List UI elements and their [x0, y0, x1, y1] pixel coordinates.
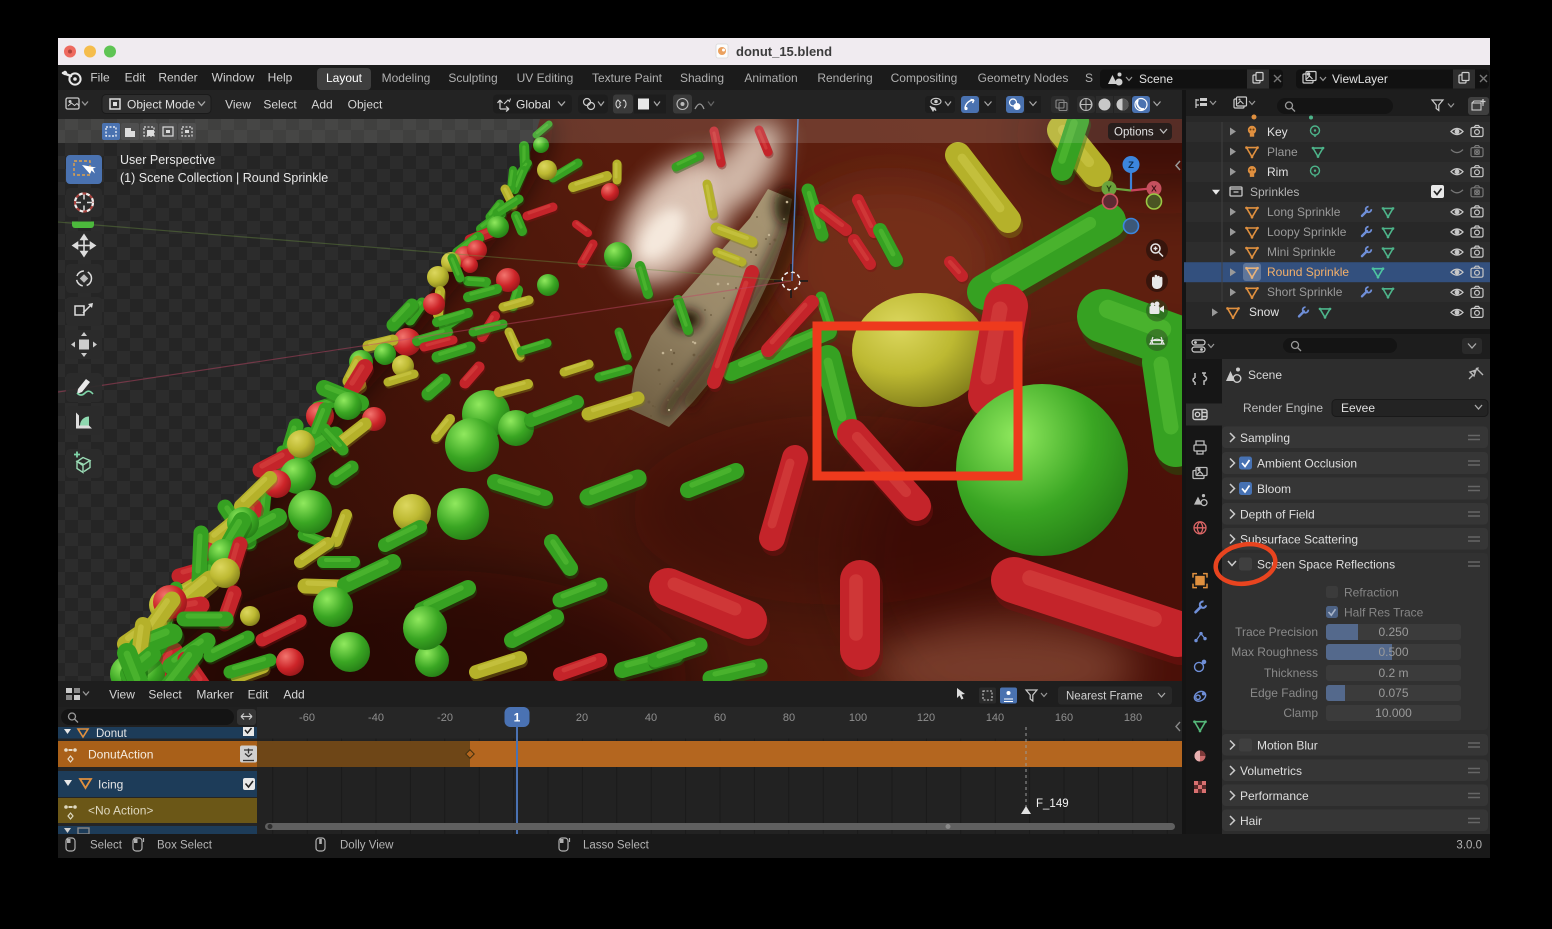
- svg-text:Render Engine: Render Engine: [1243, 401, 1323, 415]
- svg-text:160: 160: [1055, 712, 1073, 724]
- svg-text:Rendering: Rendering: [817, 71, 872, 85]
- svg-text:0.2 m: 0.2 m: [1378, 666, 1408, 680]
- svg-text:Edge Fading: Edge Fading: [1250, 686, 1318, 700]
- svg-text:120: 120: [917, 712, 935, 724]
- svg-text:140: 140: [986, 712, 1004, 724]
- svg-text:10.000: 10.000: [1375, 706, 1412, 720]
- svg-text:donut_15.blend: donut_15.blend: [736, 44, 832, 59]
- svg-text:1: 1: [514, 711, 521, 725]
- svg-text:Snow: Snow: [1249, 305, 1279, 319]
- svg-text:Add: Add: [283, 688, 304, 702]
- svg-text:Refraction: Refraction: [1344, 586, 1399, 600]
- svg-text:Select: Select: [148, 688, 182, 702]
- svg-text:Sculpting: Sculpting: [448, 71, 497, 85]
- svg-text:UV Editing: UV Editing: [517, 71, 574, 85]
- svg-text:(1) Scene Collection | Round S: (1) Scene Collection | Round Sprinkle: [120, 171, 328, 185]
- svg-text:Hair: Hair: [1240, 814, 1262, 828]
- svg-text:Box Select: Box Select: [157, 840, 213, 852]
- svg-text:View: View: [225, 98, 251, 112]
- svg-text:Help: Help: [268, 71, 293, 85]
- svg-text:Icing: Icing: [98, 778, 123, 792]
- svg-text:Sampling: Sampling: [1240, 431, 1290, 445]
- svg-text:Y: Y: [1106, 184, 1112, 194]
- svg-text:Modeling: Modeling: [382, 71, 431, 85]
- svg-text:-60: -60: [299, 712, 315, 724]
- svg-text:Performance: Performance: [1240, 789, 1309, 803]
- svg-text:View: View: [109, 688, 135, 702]
- svg-text:Donut: Donut: [96, 728, 127, 740]
- svg-text:Volumetrics: Volumetrics: [1240, 764, 1302, 778]
- svg-text:Trace Precision: Trace Precision: [1235, 625, 1318, 639]
- svg-text:Short Sprinkle: Short Sprinkle: [1267, 285, 1343, 299]
- svg-text:Thickness: Thickness: [1264, 666, 1318, 680]
- svg-text:Clamp: Clamp: [1283, 706, 1318, 720]
- svg-text:Screen Space Reflections: Screen Space Reflections: [1257, 558, 1395, 572]
- svg-text:Global: Global: [516, 98, 551, 112]
- svg-text:Dolly View: Dolly View: [340, 840, 394, 852]
- svg-text:Geometry Nodes: Geometry Nodes: [978, 71, 1069, 85]
- svg-text:Window: Window: [212, 71, 255, 85]
- svg-text:Depth of Field: Depth of Field: [1240, 508, 1315, 522]
- svg-text:Sprinkles: Sprinkles: [1250, 185, 1299, 199]
- svg-text:0.075: 0.075: [1378, 686, 1408, 700]
- svg-text:X: X: [1151, 184, 1157, 194]
- svg-text:Nearest Frame: Nearest Frame: [1066, 691, 1143, 703]
- svg-text:Max Roughness: Max Roughness: [1231, 645, 1318, 659]
- svg-text:180: 180: [1124, 712, 1142, 724]
- svg-text:Options: Options: [1114, 127, 1154, 139]
- svg-text:Mini Sprinkle: Mini Sprinkle: [1267, 245, 1336, 259]
- svg-text:Half Res Trace: Half Res Trace: [1344, 606, 1424, 620]
- svg-text:DonutAction: DonutAction: [88, 748, 153, 762]
- svg-text:Scene: Scene: [1139, 72, 1173, 86]
- svg-text:0.500: 0.500: [1378, 645, 1408, 659]
- svg-text:60: 60: [714, 712, 726, 724]
- svg-text:Layout: Layout: [326, 71, 363, 85]
- svg-text:Loopy Sprinkle: Loopy Sprinkle: [1267, 225, 1347, 239]
- svg-text:0.250: 0.250: [1378, 625, 1408, 639]
- svg-text:Eevee: Eevee: [1341, 401, 1375, 415]
- svg-text:20: 20: [576, 712, 588, 724]
- svg-text:Long Sprinkle: Long Sprinkle: [1267, 205, 1341, 219]
- svg-text:Add: Add: [311, 98, 332, 112]
- svg-text:Marker: Marker: [196, 688, 233, 702]
- svg-text:Key: Key: [1267, 125, 1288, 139]
- svg-text:Select: Select: [263, 98, 297, 112]
- svg-text:Texture Paint: Texture Paint: [592, 71, 663, 85]
- svg-text:100: 100: [849, 712, 867, 724]
- svg-text:User Perspective: User Perspective: [120, 153, 215, 167]
- svg-text:Rim: Rim: [1267, 165, 1288, 179]
- svg-text:ViewLayer: ViewLayer: [1332, 72, 1388, 86]
- svg-text:40: 40: [645, 712, 657, 724]
- svg-text:Scene: Scene: [1248, 368, 1282, 382]
- svg-text:Round Sprinkle: Round Sprinkle: [1267, 265, 1349, 279]
- svg-text:80: 80: [783, 712, 795, 724]
- svg-text:F_149: F_149: [1036, 798, 1069, 810]
- svg-text:Edit: Edit: [248, 688, 269, 702]
- svg-text:Select: Select: [90, 840, 123, 852]
- svg-text:<No Action>: <No Action>: [88, 804, 153, 818]
- svg-text:S: S: [1085, 71, 1093, 85]
- svg-text:Z: Z: [1128, 160, 1134, 171]
- svg-text:Shading: Shading: [680, 71, 724, 85]
- svg-text:Motion Blur: Motion Blur: [1257, 739, 1318, 753]
- svg-text:Object: Object: [348, 98, 383, 112]
- svg-text:-40: -40: [368, 712, 384, 724]
- svg-text:3.0.0: 3.0.0: [1456, 840, 1482, 852]
- svg-text:Ambient Occlusion: Ambient Occlusion: [1257, 457, 1357, 471]
- svg-text:-20: -20: [437, 712, 453, 724]
- svg-text:Bloom: Bloom: [1257, 482, 1291, 496]
- svg-text:Lasso Select: Lasso Select: [583, 840, 650, 852]
- svg-text:Edit: Edit: [125, 71, 146, 85]
- svg-text:Object Mode: Object Mode: [127, 98, 195, 112]
- svg-text:Animation: Animation: [744, 71, 797, 85]
- svg-text:Render: Render: [158, 71, 197, 85]
- svg-text:Plane: Plane: [1267, 145, 1298, 159]
- svg-text:File: File: [90, 71, 110, 85]
- svg-text:Compositing: Compositing: [891, 71, 958, 85]
